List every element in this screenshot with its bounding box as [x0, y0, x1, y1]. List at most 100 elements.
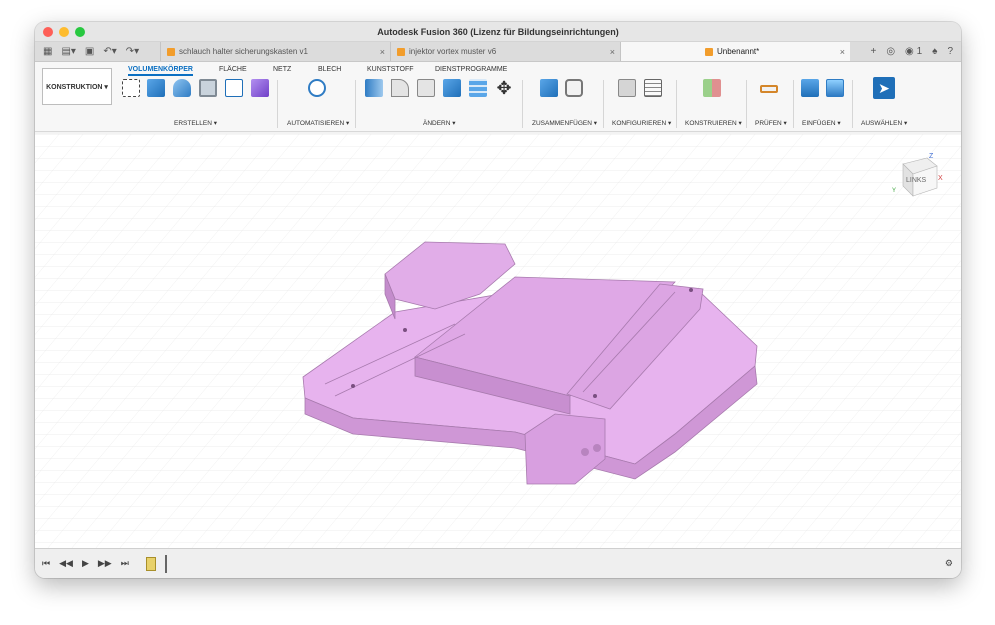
automate-icon[interactable] [308, 79, 326, 97]
timeline-feature-icon[interactable] [145, 556, 156, 571]
group-automatisieren[interactable]: AUTOMATISIEREN ▾ [287, 119, 349, 127]
undo-icon[interactable]: ↶▾ [103, 46, 116, 57]
view-cube-face-label: LINKS [906, 177, 927, 184]
tab-kunststoff[interactable]: KUNSTSTOFF [367, 66, 414, 73]
close-window-button[interactable] [43, 27, 53, 37]
group-konstruieren[interactable]: KONSTRUIEREN ▾ [685, 119, 742, 127]
toolbar-ribbon: KONSTRUKTION ▾ VOLUMENKÖRPER FLÄCHE NETZ… [35, 62, 961, 132]
step-back-icon[interactable]: ◀◀ [59, 558, 73, 569]
separator [676, 80, 677, 128]
group-einfuegen[interactable]: EINFÜGEN ▾ [802, 119, 841, 127]
design-cube-icon [705, 47, 713, 56]
tab-blech[interactable]: BLECH [318, 66, 341, 73]
measure-icon[interactable] [760, 85, 778, 93]
help-icon[interactable]: ? [947, 46, 953, 57]
notifications-bell-icon[interactable]: ♠ [932, 46, 937, 57]
chamfer-icon[interactable] [417, 79, 435, 97]
configure-table-icon[interactable] [644, 79, 662, 97]
group-konfigurieren[interactable]: KONFIGURIEREN ▾ [612, 119, 671, 127]
save-icon[interactable]: ▣ [85, 46, 94, 57]
screw-hole [593, 394, 597, 398]
tab-label: injektor vortex muster v6 [409, 47, 497, 56]
quick-access-toolbar: ▦ ▤▾ ▣ ↶▾ ↷▾ [35, 42, 160, 61]
separator [522, 80, 523, 128]
title-bar: Autodesk Fusion 360 (Lizenz für Bildungs… [35, 22, 961, 42]
extensions-icon[interactable]: ◎ [886, 46, 895, 57]
separator [355, 80, 356, 128]
axis-z-label: Z [929, 153, 934, 160]
form-icon[interactable] [251, 79, 269, 97]
design-cube-icon [397, 47, 405, 56]
window-controls [43, 27, 85, 37]
create-sketch-icon[interactable] [122, 79, 140, 97]
redo-icon[interactable]: ↷▾ [126, 46, 139, 57]
timeline-marker[interactable] [164, 554, 167, 573]
timeline-settings-gear-icon[interactable]: ⚙ [945, 558, 953, 569]
group-aendern[interactable]: ÄNDERN ▾ [423, 119, 456, 127]
tab-schlauch-halter[interactable]: schlauch halter sicherungskasten v1 × [160, 42, 390, 61]
workspace-switcher[interactable]: KONSTRUKTION ▾ [42, 68, 112, 105]
group-zusammenfuegen[interactable]: ZUSAMMENFÜGEN ▾ [532, 119, 597, 127]
tab-injektor-vortex[interactable]: injektor vortex muster v6 × [390, 42, 620, 61]
tab-netz[interactable]: NETZ [273, 66, 291, 73]
separator [603, 80, 604, 128]
step-forward-icon[interactable]: ▶▶ [98, 558, 112, 569]
separator [277, 80, 278, 128]
data-panel-grid-icon[interactable]: ▦ [43, 46, 52, 57]
tab-close-icon[interactable]: × [840, 47, 845, 57]
fillet-icon[interactable] [391, 79, 409, 97]
separator [746, 80, 747, 128]
tab-label: schlauch halter sicherungskasten v1 [179, 47, 308, 56]
file-menu-icon[interactable]: ▤▾ [61, 46, 75, 57]
window-title: Autodesk Fusion 360 (Lizenz für Bildungs… [377, 26, 619, 37]
hole-icon[interactable] [199, 79, 217, 97]
tab-close-icon[interactable]: × [610, 47, 615, 57]
combine-icon[interactable] [469, 79, 487, 97]
group-erstellen[interactable]: ERSTELLEN ▾ [174, 119, 217, 127]
hinge-hole [581, 448, 589, 456]
parameters-icon[interactable] [618, 79, 636, 97]
play-icon[interactable]: ▶ [82, 558, 89, 569]
pattern-icon[interactable] [225, 79, 243, 97]
top-right-controls: + ◎ ◉ 1 ♠ ? [862, 42, 961, 61]
insert-derive-icon[interactable] [801, 79, 819, 97]
tab-flaeche[interactable]: FLÄCHE [219, 66, 247, 73]
select-arrow-icon[interactable]: ➤ [873, 77, 895, 99]
move-copy-icon[interactable]: ✥ [495, 79, 513, 97]
new-tab-plus-icon[interactable]: + [870, 46, 876, 57]
group-pruefen[interactable]: PRÜFEN ▾ [755, 119, 787, 127]
job-count: 1 [916, 46, 923, 57]
go-to-end-icon[interactable]: ⏭ [121, 558, 129, 569]
tab-volumenkoerper[interactable]: VOLUMENKÖRPER [128, 66, 193, 76]
tab-close-icon[interactable]: × [380, 47, 385, 57]
screw-hole [689, 288, 693, 292]
separator [852, 80, 853, 128]
axis-x-label: X [938, 175, 943, 182]
design-cube-icon [167, 47, 175, 56]
offset-plane-icon[interactable] [703, 79, 721, 97]
separator [793, 80, 794, 128]
joint-icon[interactable] [565, 79, 583, 97]
go-to-start-icon[interactable]: ⏮ [42, 558, 50, 569]
extrude-icon[interactable] [147, 79, 165, 97]
grid-and-model: LINKS Z X Y [35, 134, 961, 548]
document-tab-bar: ▦ ▤▾ ▣ ↶▾ ↷▾ schlauch halter sicherungsk… [35, 42, 961, 62]
tab-dienstprogramme[interactable]: DIENSTPROGRAMME [435, 66, 507, 73]
screw-hole [403, 328, 407, 332]
tab-unbenannt[interactable]: Unbenannt* × [620, 42, 850, 61]
press-pull-icon[interactable] [365, 79, 383, 97]
job-status-icon[interactable]: ◉ 1 [905, 46, 922, 57]
shell-icon[interactable] [443, 79, 461, 97]
axis-y-label: Y [892, 188, 896, 194]
app-window: Autodesk Fusion 360 (Lizenz für Bildungs… [35, 22, 961, 578]
maximize-window-button[interactable] [75, 27, 85, 37]
minimize-window-button[interactable] [59, 27, 69, 37]
group-auswaehlen[interactable]: AUSWÄHLEN ▾ [861, 119, 907, 127]
hinge-hole [593, 444, 601, 452]
tab-label: Unbenannt* [717, 47, 760, 56]
revolve-icon[interactable] [173, 79, 191, 97]
timeline-bar: ⏮ ◀◀ ▶ ▶▶ ⏭ ⚙ [35, 548, 961, 578]
new-component-icon[interactable] [540, 79, 558, 97]
insert-image-icon[interactable] [826, 79, 844, 97]
canvas-viewport[interactable]: LINKS Z X Y ⊕▾ ▨ ✋ ⌕ ⌕▾ ▭▾ ▩▾ ▦▾ [35, 134, 961, 548]
